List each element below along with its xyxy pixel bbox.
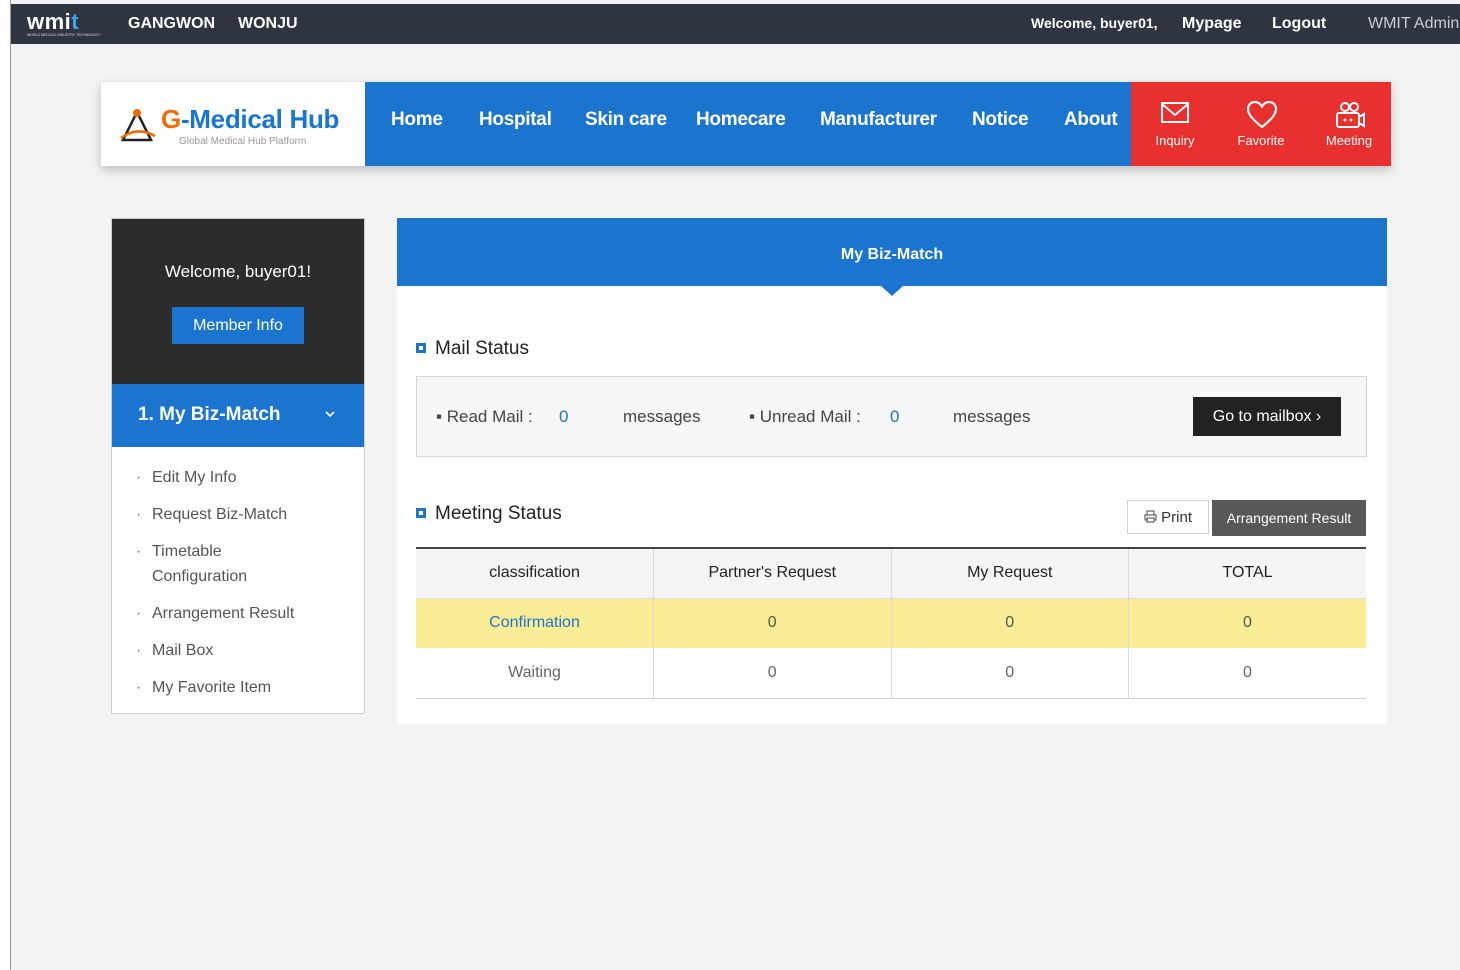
member-info-button[interactable]: Member Info bbox=[172, 307, 304, 344]
table-row: Waiting 0 0 0 bbox=[416, 648, 1366, 699]
meeting-label: Meeting bbox=[1325, 133, 1373, 148]
main-nav: Home Hospital Skin care Homecare Manufac… bbox=[365, 82, 1131, 166]
table-header-row: classification Partner's Request My Requ… bbox=[416, 548, 1366, 599]
nav-home[interactable]: Home bbox=[391, 109, 443, 131]
inquiry-button[interactable]: Inquiry bbox=[1131, 82, 1219, 166]
main-content: My Biz-Match Mail Status ▪ Read Mail : 0… bbox=[397, 218, 1387, 724]
table-cell: 0 bbox=[653, 598, 891, 648]
sidebar-profile: Welcome, buyer01! Member Info bbox=[112, 219, 364, 384]
sidebar-menu-title: 1. My Biz-Match bbox=[138, 404, 281, 425]
printer-icon bbox=[1144, 510, 1157, 523]
sidebar-item-timetable-configuration[interactable]: · Timetable Configuration bbox=[136, 539, 358, 589]
browser-page: wmit WORLD MEDICAL INDUSTRY TECHNOLOGY G… bbox=[10, 0, 1460, 970]
meeting-status-table: classification Partner's Request My Requ… bbox=[416, 547, 1366, 699]
sidebar-item-mail-box[interactable]: · Mail Box bbox=[136, 638, 358, 663]
go-to-mailbox-button[interactable]: Go to mailbox › bbox=[1193, 397, 1341, 436]
table-row: Confirmation 0 0 0 bbox=[416, 598, 1366, 648]
favorite-button[interactable]: Favorite bbox=[1217, 82, 1305, 166]
mypage-link[interactable]: Mypage bbox=[1182, 15, 1242, 33]
sidebar-menu-header[interactable]: 1. My Biz-Match bbox=[112, 384, 364, 447]
region-link-wonju[interactable]: WONJU bbox=[238, 15, 298, 33]
sidebar-links: · Edit My Info · Request Biz-Match · Timeta… bbox=[136, 465, 358, 712]
column-header-total: TOTAL bbox=[1128, 548, 1366, 599]
logout-link[interactable]: Logout bbox=[1272, 15, 1326, 33]
print-button[interactable]: Print bbox=[1127, 500, 1209, 534]
top-bar: wmit WORLD MEDICAL INDUSTRY TECHNOLOGY G… bbox=[11, 4, 1460, 44]
heart-icon bbox=[1246, 100, 1278, 129]
hub-logo-icon bbox=[120, 109, 156, 142]
logo-text: wmi bbox=[27, 9, 72, 34]
nav-skin-care[interactable]: Skin care bbox=[585, 109, 667, 131]
nav-about[interactable]: About bbox=[1064, 109, 1118, 131]
column-header-my-request: My Request bbox=[890, 548, 1129, 599]
brand-logo[interactable]: G-Medical Hub Global Medical Hub Platfor… bbox=[101, 82, 365, 166]
banner-pointer bbox=[881, 286, 903, 296]
sidebar: Welcome, buyer01! Member Info 1. My Biz-… bbox=[111, 218, 365, 714]
mail-icon bbox=[1161, 102, 1189, 123]
logo-subtitle: WORLD MEDICAL INDUSTRY TECHNOLOGY bbox=[27, 33, 101, 37]
sidebar-item-request-biz-match[interactable]: · Request Biz-Match bbox=[136, 502, 358, 527]
site-header: G-Medical Hub Global Medical Hub Platfor… bbox=[101, 82, 1391, 166]
nav-hospital[interactable]: Hospital bbox=[479, 109, 552, 131]
read-mail-label: ▪ Read Mail : bbox=[436, 407, 533, 426]
brand-name: G-Medical Hub bbox=[161, 104, 340, 134]
column-header-partners-request: Partner's Request bbox=[653, 548, 891, 599]
favorite-label: Favorite bbox=[1237, 133, 1285, 148]
mail-status-title: Mail Status bbox=[416, 338, 529, 360]
meeting-icon bbox=[1336, 102, 1365, 128]
confirmation-link[interactable]: Confirmation bbox=[416, 598, 654, 648]
welcome-text: Welcome, buyer01, bbox=[1031, 15, 1158, 31]
unread-mail-unit: messages bbox=[953, 407, 1031, 426]
column-header-classification: classification bbox=[416, 548, 654, 599]
table-cell: 0 bbox=[1128, 648, 1366, 699]
unread-mail-label: ▪ Unread Mail : bbox=[749, 407, 861, 426]
brand-tagline: Global Medical Hub Platform bbox=[179, 136, 307, 147]
quick-menu: Inquiry Favorite Meeting bbox=[1131, 82, 1391, 166]
logo-accent: t bbox=[71, 9, 80, 34]
print-label: Print bbox=[1161, 509, 1192, 526]
sidebar-item-my-favorite-item[interactable]: · My Favorite Item bbox=[136, 675, 358, 700]
read-mail-count: 0 bbox=[559, 407, 569, 426]
page-title: My Biz-Match bbox=[397, 218, 1387, 286]
read-mail-unit: messages bbox=[623, 407, 701, 426]
table-cell: 0 bbox=[1128, 598, 1366, 648]
region-link-gangwon[interactable]: GANGWON bbox=[128, 15, 215, 33]
sidebar-item-arrangement-result[interactable]: · Arrangement Result bbox=[136, 601, 358, 626]
mail-status-box: ▪ Read Mail : 0 messages ▪ Unread Mail :… bbox=[416, 376, 1367, 457]
inquiry-label: Inquiry bbox=[1155, 133, 1195, 148]
section-bullet-icon bbox=[416, 508, 426, 518]
nav-notice[interactable]: Notice bbox=[972, 109, 1029, 131]
sidebar-welcome: Welcome, buyer01! bbox=[164, 262, 312, 281]
chevron-down-icon bbox=[325, 411, 335, 418]
meeting-status-title: Meeting Status bbox=[416, 503, 562, 525]
table-cell: 0 bbox=[653, 648, 891, 699]
section-bullet-icon bbox=[416, 343, 426, 353]
table-cell: 0 bbox=[890, 648, 1129, 699]
nav-manufacturer[interactable]: Manufacturer bbox=[820, 109, 937, 131]
waiting-label: Waiting bbox=[416, 648, 654, 699]
sidebar-item-edit-my-info[interactable]: · Edit My Info bbox=[136, 465, 358, 490]
meeting-button[interactable]: Meeting bbox=[1305, 82, 1393, 166]
arrangement-result-button[interactable]: Arrangement Result bbox=[1212, 500, 1366, 536]
nav-homecare[interactable]: Homecare bbox=[696, 109, 786, 131]
wmit-logo[interactable]: wmit WORLD MEDICAL INDUSTRY TECHNOLOGY bbox=[27, 9, 107, 38]
table-cell: 0 bbox=[890, 598, 1129, 648]
unread-mail-count: 0 bbox=[890, 407, 900, 426]
admin-link[interactable]: WMIT Admin bbox=[1368, 15, 1459, 33]
